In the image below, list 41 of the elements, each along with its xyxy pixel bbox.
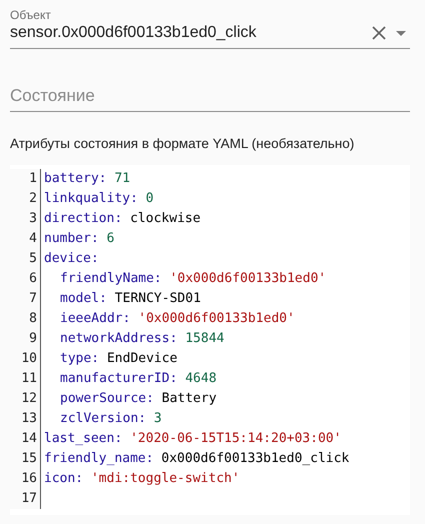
- field-label: Объект: [10, 8, 51, 22]
- code-line: device:: [44, 250, 99, 268]
- line-number: 14: [20, 430, 38, 448]
- state-placeholder: Состояние: [10, 85, 95, 107]
- code-line: type: EndDevice: [59, 350, 178, 368]
- line-number: 15: [20, 450, 38, 468]
- close-icon[interactable]: [372, 26, 386, 40]
- code-line: number: 6: [44, 230, 114, 248]
- line-number: 5: [28, 250, 38, 268]
- code-line: linkquality: 0: [44, 190, 154, 208]
- line-number: 9: [28, 330, 38, 348]
- line-number: 1: [28, 170, 38, 188]
- field-value: sensor.0x000d6f00133b1ed0_click: [10, 23, 258, 43]
- code-line: model: TERNCY-SD01: [59, 290, 201, 308]
- code-line: networkAddress: 15844: [59, 330, 224, 348]
- code-line: direction: clockwise: [44, 210, 201, 228]
- line-number: 3: [28, 210, 38, 228]
- code-line: icon: 'mdi:toggle-switch': [44, 470, 240, 488]
- line-number: 16: [20, 470, 38, 488]
- caret-icon[interactable]: [396, 30, 406, 36]
- attributes-label: Атрибуты состояния в формате YAML (необязательно): [10, 136, 354, 151]
- code-line: zclVersion: 3: [59, 410, 162, 428]
- code-line: battery: 71: [44, 170, 130, 188]
- code-line: friendly_name: 0x000d6f00133b1ed0_click: [44, 450, 350, 468]
- line-number: 8: [28, 310, 38, 328]
- line-number: 6: [28, 270, 38, 288]
- code-line: ieeeAddr: '0x000d6f00133b1ed0': [59, 310, 295, 328]
- code-line: powerSource: Battery: [59, 390, 217, 408]
- line-number: 7: [28, 290, 38, 308]
- entity-field[interactable]: Объект sensor.0x000d6f00133b1ed0_click: [10, 8, 410, 49]
- line-number: 17: [20, 490, 38, 508]
- code-line: friendlyName: '0x000d6f00133b1ed0': [59, 270, 326, 288]
- code-line: last_seen: '2020-06-15T15:14:20+03:00': [44, 430, 342, 448]
- yaml-editor[interactable]: [10, 165, 410, 515]
- code-line: manufacturerID: 4648: [59, 370, 217, 388]
- line-number: 10: [20, 350, 38, 368]
- line-number: 13: [20, 410, 38, 428]
- line-number: 2: [28, 190, 38, 208]
- line-number: 4: [28, 230, 38, 248]
- line-number: 11: [20, 370, 38, 388]
- line-number: 12: [20, 390, 38, 408]
